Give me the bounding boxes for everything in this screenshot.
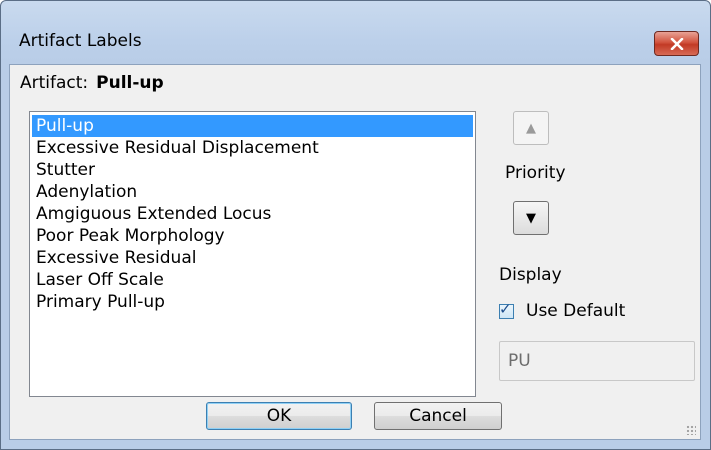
use-default-row[interactable]: ✓ Use Default: [499, 300, 625, 321]
list-item[interactable]: Stutter: [32, 159, 473, 181]
artifact-listbox[interactable]: Pull-up Excessive Residual Displacement …: [29, 111, 476, 397]
artifact-value: Pull-up: [96, 73, 164, 93]
list-item[interactable]: Excessive Residual: [32, 247, 473, 269]
display-code-field[interactable]: PU: [499, 341, 695, 381]
dialog-body: Artifact: Pull-up Pull-up Excessive Resid…: [9, 64, 701, 440]
artifact-row: Artifact: Pull-up: [20, 73, 164, 93]
priority-down-button[interactable]: ▼: [513, 201, 549, 235]
arrow-up-icon: ▲: [526, 120, 536, 136]
list-item[interactable]: Laser Off Scale: [32, 269, 473, 291]
ok-button[interactable]: OK: [206, 402, 352, 430]
priority-up-button[interactable]: ▲: [513, 111, 549, 145]
title-bar[interactable]: Artifact Labels: [1, 1, 710, 63]
list-item[interactable]: Primary Pull-up: [32, 291, 473, 313]
use-default-label[interactable]: Use Default: [526, 301, 625, 321]
list-item[interactable]: Pull-up: [32, 115, 473, 137]
list-item[interactable]: Excessive Residual Displacement: [32, 137, 473, 159]
close-icon: [670, 37, 683, 50]
close-button[interactable]: [654, 31, 699, 56]
list-item[interactable]: Poor Peak Morphology: [32, 225, 473, 247]
window-title: Artifact Labels: [19, 31, 142, 51]
artifact-labels-dialog: Artifact Labels Artifact: Pull-up Pull-up…: [0, 0, 711, 450]
list-item[interactable]: Adenylation: [32, 181, 473, 203]
list-item[interactable]: Amgiguous Extended Locus: [32, 203, 473, 225]
priority-label: Priority: [505, 163, 566, 183]
resize-grip-icon[interactable]: [686, 425, 696, 435]
display-label: Display: [499, 265, 562, 285]
use-default-checkbox[interactable]: ✓: [499, 300, 514, 319]
checkmark-icon: ✓: [499, 299, 512, 318]
cancel-button[interactable]: Cancel: [374, 402, 502, 430]
arrow-down-icon: ▼: [526, 210, 536, 226]
artifact-label: Artifact:: [20, 73, 89, 93]
